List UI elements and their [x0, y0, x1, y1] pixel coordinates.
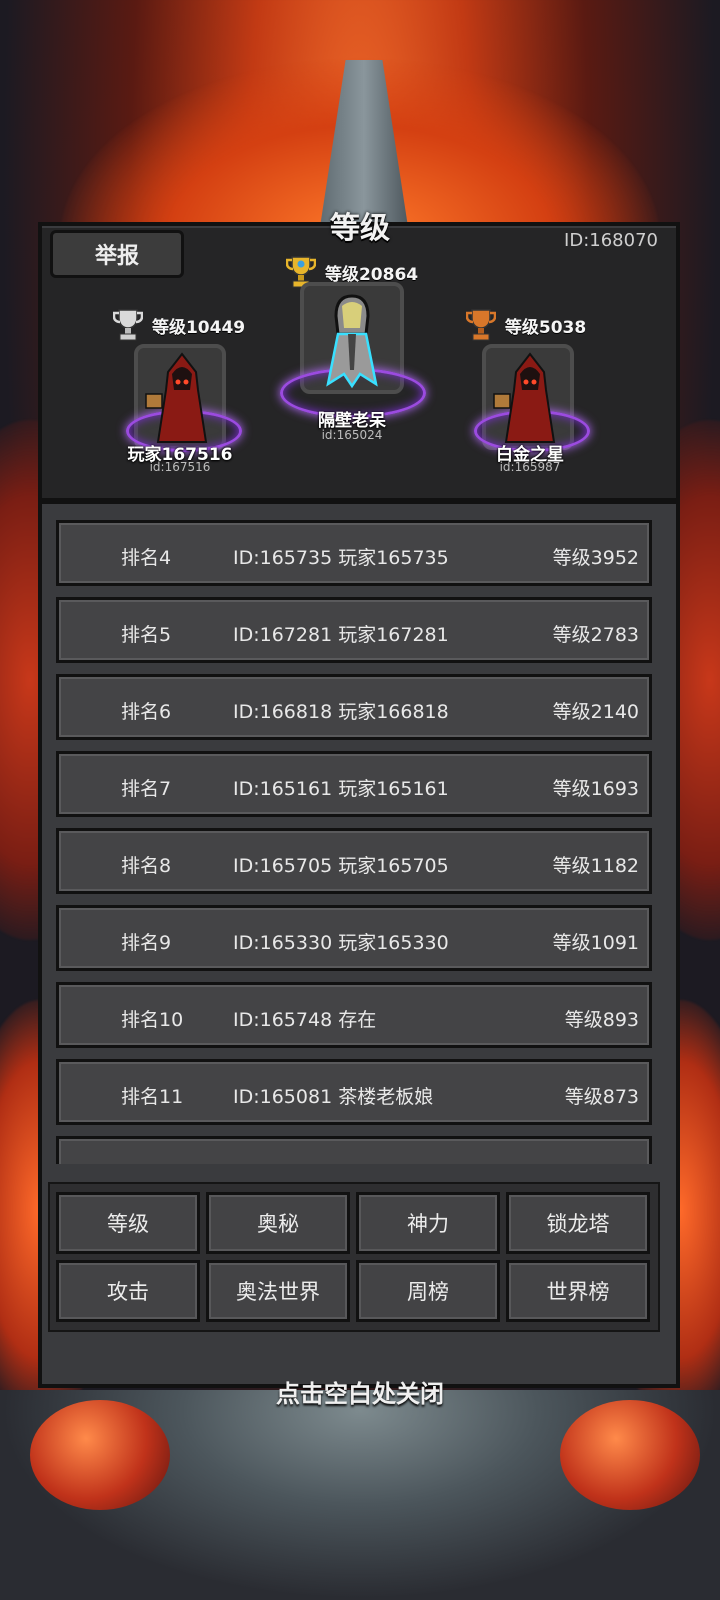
player-info: ID:166818 玩家166818: [233, 701, 449, 723]
report-button[interactable]: 举报: [50, 230, 184, 278]
table-row[interactable]: 排名8 ID:165705 玩家165705 等级1182: [56, 828, 652, 894]
player-info: ID:165748 存在: [233, 1009, 377, 1031]
ranking-list[interactable]: 排名4 ID:165735 玩家165735 等级3952 排名5 ID:167…: [56, 520, 652, 1164]
top1-id: id:165024: [321, 428, 383, 442]
table-row[interactable]: 排名10 ID:165748 存在 等级893: [56, 982, 652, 1048]
player-level: 等级893: [564, 1009, 639, 1031]
category-tab-bar: 等级 奥秘 神力 锁龙塔 攻击 奥法世界 周榜 世界榜: [48, 1182, 660, 1332]
tab-attack[interactable]: 攻击: [56, 1260, 200, 1322]
bronze-trophy-icon: [465, 309, 496, 341]
table-row-partial[interactable]: [56, 1136, 652, 1164]
table-row[interactable]: 排名11 ID:165081 茶楼老板娘 等级873: [56, 1059, 652, 1125]
rank-label: 排名4: [121, 547, 172, 569]
rank-label: 排名7: [121, 778, 172, 800]
rank-label: 排名11: [121, 1086, 184, 1108]
tab-arcane-world[interactable]: 奥法世界: [206, 1260, 350, 1322]
player-info: ID:167281 玩家167281: [233, 624, 449, 646]
rank-label: 排名8: [121, 855, 172, 877]
top3-avatar[interactable]: [492, 350, 568, 446]
rank-label: 排名10: [121, 1009, 184, 1031]
player-info: ID:165161 玩家165161: [233, 778, 449, 800]
player-level: 等级2140: [552, 701, 639, 723]
close-hint[interactable]: 点击空白处关闭: [0, 1374, 720, 1409]
player-level: 等级3952: [552, 547, 639, 569]
tab-mystery[interactable]: 奥秘: [206, 1192, 350, 1254]
table-row[interactable]: 排名9 ID:165330 玩家165330 等级1091: [56, 905, 652, 971]
top2-level: 等级10449: [151, 317, 246, 338]
player-level: 等级1693: [552, 778, 639, 800]
top2-avatar[interactable]: [144, 350, 220, 446]
rank-label: 排名9: [121, 932, 172, 954]
player-level: 等级2783: [552, 624, 639, 646]
table-row[interactable]: 排名5 ID:167281 玩家167281 等级2783: [56, 597, 652, 663]
player-level: 等级1091: [552, 932, 639, 954]
tab-level[interactable]: 等级: [56, 1192, 200, 1254]
table-row[interactable]: 排名4 ID:165735 玩家165735 等级3952: [56, 520, 652, 586]
tab-weekly[interactable]: 周榜: [356, 1260, 500, 1322]
player-info: ID:165705 玩家165705: [233, 855, 449, 877]
rank-label: 排名5: [121, 624, 172, 646]
top3-id: id:165987: [499, 460, 561, 474]
top3-level-row: 等级5038: [456, 308, 596, 342]
tab-world[interactable]: 世界榜: [506, 1260, 650, 1322]
self-id-label: ID:168070: [564, 230, 658, 251]
top1-avatar[interactable]: [312, 290, 392, 390]
table-row[interactable]: 排名7 ID:165161 玩家165161 等级1693: [56, 751, 652, 817]
player-info: ID:165330 玩家165330: [233, 932, 449, 954]
player-level: 等级1182: [552, 855, 639, 877]
player-level: 等级873: [564, 1086, 639, 1108]
silver-trophy-icon: [112, 309, 143, 341]
rank-label: 排名6: [121, 701, 172, 723]
top3-level: 等级5038: [504, 317, 587, 338]
top2-level-row: 等级10449: [104, 308, 254, 342]
player-info: ID:165735 玩家165735: [233, 547, 449, 569]
tab-divine-power[interactable]: 神力: [356, 1192, 500, 1254]
player-info: ID:165081 茶楼老板娘: [233, 1086, 434, 1108]
tab-dragon-tower[interactable]: 锁龙塔: [506, 1192, 650, 1254]
table-row[interactable]: 排名6 ID:166818 玩家166818 等级2140: [56, 674, 652, 740]
top2-id: id:167516: [149, 460, 211, 474]
